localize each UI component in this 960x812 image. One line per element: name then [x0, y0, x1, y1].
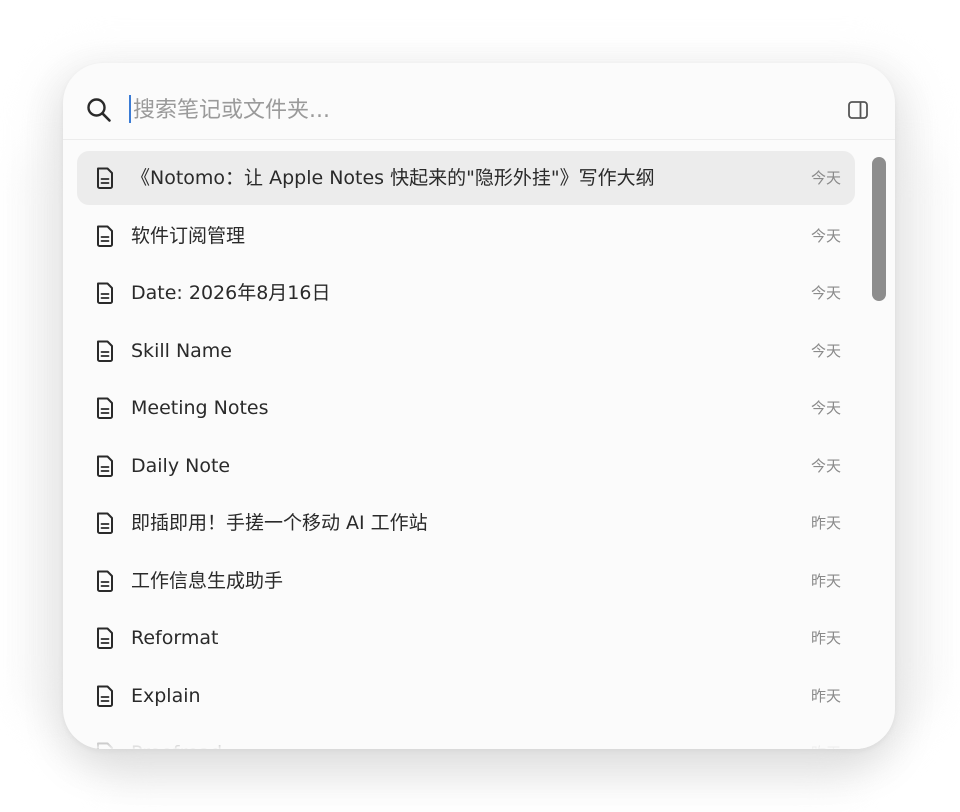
note-title: 《Notomo：让 Apple Notes 快起来的"隐形外挂"》写作大纲 [131, 167, 655, 189]
note-title: Proofread [131, 726, 222, 749]
note-title: Explain [131, 684, 201, 707]
document-icon [95, 626, 115, 650]
note-date: 昨天 [810, 629, 841, 647]
note-date: 昨天 [810, 514, 841, 532]
search-input[interactable] [129, 92, 813, 128]
document-icon [95, 224, 115, 248]
text-cursor [129, 95, 131, 123]
note-title: Skill Name [131, 339, 232, 362]
note-date: 今天 [810, 169, 841, 187]
document-icon [95, 166, 115, 190]
search-icon [86, 97, 112, 123]
note-date: 今天 [810, 226, 841, 245]
note-title: 即插即用！手搓一个移动 AI 工作站 [131, 512, 428, 534]
screen: 《Notomo：让 Apple Notes 快起来的"隐形外挂"》写作大纲 今天… [0, 0, 960, 812]
note-date: 昨天 [811, 726, 841, 749]
note-item[interactable]: Meeting Notes 今天 [77, 381, 855, 435]
document-icon [95, 454, 115, 478]
note-date: 今天 [810, 399, 841, 417]
note-item[interactable]: Date: 2026年8月16日 今天 [77, 266, 855, 320]
note-item[interactable]: 工作信息生成助手 昨天 [77, 554, 855, 608]
note-title: Date: 2026年8月16日 [131, 282, 331, 304]
note-item[interactable]: Skill Name 今天 [77, 324, 855, 378]
note-date: 今天 [810, 456, 841, 475]
sidebar-toggle-icon[interactable] [847, 99, 869, 121]
scrollbar[interactable] [870, 153, 888, 749]
note-item[interactable]: 即插即用！手搓一个移动 AI 工作站 昨天 [77, 496, 855, 550]
note-title: 软件订阅管理 [131, 224, 246, 247]
note-item[interactable]: Reformat 昨天 [77, 611, 855, 665]
search-bar [63, 63, 895, 140]
note-item[interactable]: 《Notomo：让 Apple Notes 快起来的"隐形外挂"》写作大纲 今天 [77, 151, 855, 205]
note-item[interactable]: 软件订阅管理 今天 [77, 209, 855, 263]
note-item[interactable]: Explain 昨天 [77, 669, 855, 723]
note-date: 今天 [810, 341, 841, 360]
note-date: 昨天 [810, 571, 841, 590]
note-item[interactable]: Proofread 昨天 [77, 726, 855, 749]
note-title: Reformat [131, 627, 219, 649]
note-title: Meeting Notes [131, 397, 269, 419]
note-date: 今天 [810, 284, 841, 302]
note-date: 昨天 [810, 686, 841, 705]
note-item[interactable]: Daily Note 今天 [77, 439, 855, 493]
notes-list: 《Notomo：让 Apple Notes 快起来的"隐形外挂"》写作大纲 今天… [77, 151, 855, 749]
document-icon [95, 741, 115, 749]
document-icon [95, 684, 115, 708]
document-icon [95, 281, 115, 305]
scrollbar-thumb[interactable] [872, 157, 886, 301]
document-icon [95, 569, 115, 593]
document-icon [95, 511, 115, 535]
document-icon [95, 396, 115, 420]
note-title: 工作信息生成助手 [131, 569, 284, 592]
note-title: Daily Note [131, 454, 231, 477]
quick-search-panel: 《Notomo：让 Apple Notes 快起来的"隐形外挂"》写作大纲 今天… [63, 63, 895, 749]
document-icon [95, 339, 115, 363]
